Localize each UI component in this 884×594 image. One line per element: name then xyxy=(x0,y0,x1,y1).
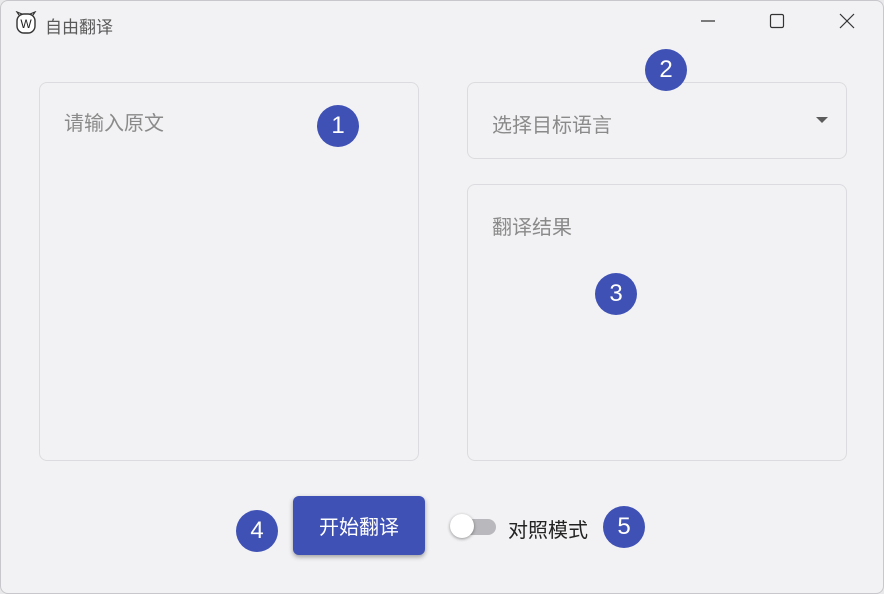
svg-text:W: W xyxy=(20,17,32,31)
compare-mode-label: 对照模式 xyxy=(508,518,588,542)
annotation-badge-4: 4 xyxy=(236,510,278,552)
translation-result-placeholder: 翻译结果 xyxy=(492,215,572,239)
annotation-badge-3: 3 xyxy=(595,273,637,315)
app-window: W 自由翻译 选择目标语言 翻译结果 开始翻译 xyxy=(0,0,884,594)
target-language-placeholder: 选择目标语言 xyxy=(492,113,612,137)
minimize-icon xyxy=(700,13,716,33)
close-button[interactable] xyxy=(824,7,870,39)
w-logo-icon: W xyxy=(15,10,37,35)
target-language-select[interactable]: 选择目标语言 xyxy=(467,82,847,159)
start-translate-button[interactable]: 开始翻译 xyxy=(293,496,425,555)
annotation-badge-5: 5 xyxy=(603,506,645,548)
maximize-icon xyxy=(769,13,785,33)
toggle-thumb xyxy=(450,514,474,538)
maximize-button[interactable] xyxy=(754,7,800,39)
annotation-badge-1: 1 xyxy=(317,105,359,147)
source-text-input[interactable] xyxy=(40,83,418,460)
compare-mode-toggle[interactable] xyxy=(450,514,498,540)
minimize-button[interactable] xyxy=(685,7,731,39)
dropdown-arrow-icon xyxy=(816,117,828,123)
window-title: 自由翻译 xyxy=(45,18,113,38)
translation-result-panel: 翻译结果 xyxy=(467,184,847,461)
source-text-panel xyxy=(39,82,419,461)
title-bar: W 自由翻译 xyxy=(1,1,883,45)
close-icon xyxy=(839,13,855,33)
annotation-badge-2: 2 xyxy=(645,49,687,91)
